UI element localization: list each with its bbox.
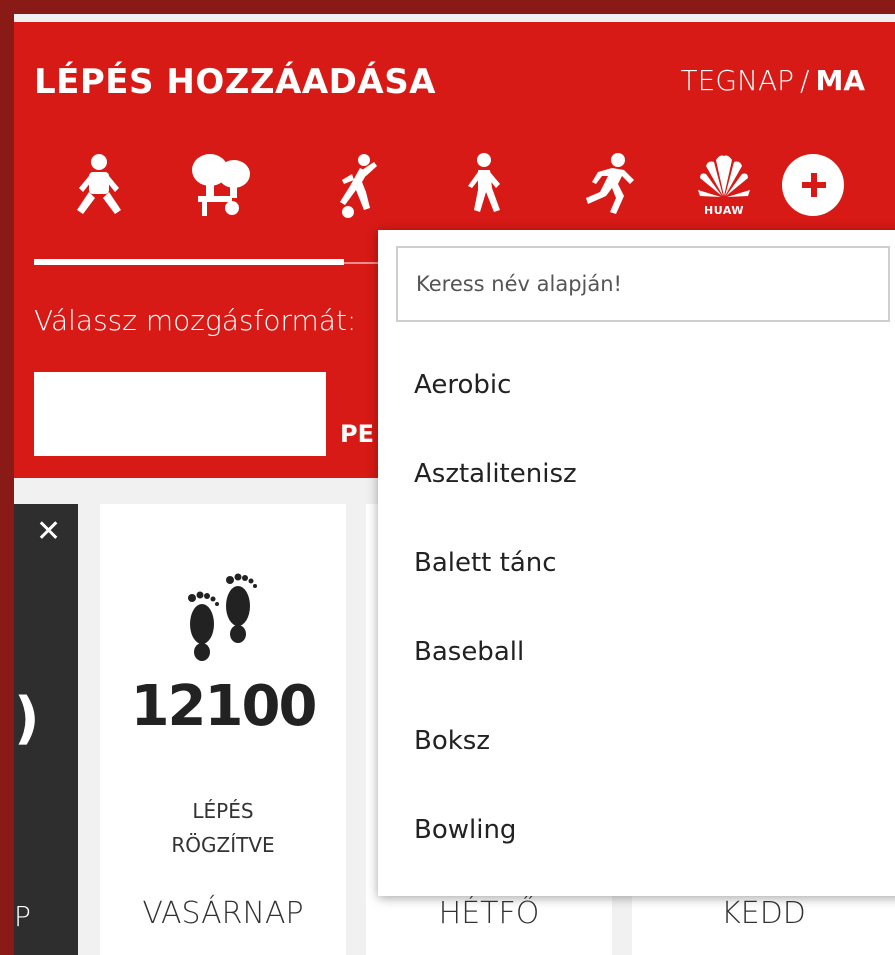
previous-steps-fragment: ) <box>14 686 40 751</box>
footprints-icon <box>188 573 257 661</box>
step-progress-bar <box>34 259 344 265</box>
sunday-card[interactable]: 12100 LÉPÉS RÖGZÍTVE VASÁRNAP <box>100 504 346 955</box>
football-icon[interactable] <box>326 152 386 218</box>
walking-icon[interactable] <box>454 152 514 212</box>
day-selector: TEGNAP / MA <box>681 64 865 97</box>
activity-prompt: Válassz mozgásformát: <box>34 304 357 337</box>
today-tab[interactable]: MA <box>815 64 865 97</box>
sunday-steps: 12100 <box>130 674 318 739</box>
close-icon[interactable]: ✕ <box>36 514 61 549</box>
dropdown-option[interactable]: Bowling <box>414 815 516 845</box>
add-icon[interactable] <box>782 154 844 216</box>
sport-icon-row: HUAW <box>14 152 895 222</box>
app-frame: LÉPÉS HOZZÁADÁSA TEGNAP / MA HUAW Válass… <box>14 14 895 955</box>
running-icon[interactable] <box>574 152 634 214</box>
activity-search-input[interactable] <box>396 246 890 322</box>
previous-day-fragment: P <box>14 900 31 933</box>
huawei-logo-icon[interactable]: HUAW <box>694 152 754 222</box>
dropdown-option[interactable]: Baseball <box>414 637 524 667</box>
sunday-day-name: VASÁRNAP <box>142 896 304 931</box>
previous-day-card[interactable]: ✕ ) P <box>14 504 78 955</box>
activity-dropdown: Aerobic Asztalitenisz Balett tánc Baseba… <box>378 230 895 896</box>
page-title: LÉPÉS HOZZÁADÁSA <box>34 62 436 102</box>
standing-exercise-icon[interactable] <box>69 152 129 214</box>
dropdown-option[interactable]: Balett tánc <box>414 548 557 578</box>
monday-day-name: HÉTFŐ <box>438 896 540 931</box>
huawei-label: HUAW <box>704 204 744 217</box>
dropdown-option[interactable]: Asztalitenisz <box>414 459 577 489</box>
dropdown-option[interactable]: Aerobic <box>414 370 511 400</box>
steps-label-line1: LÉPÉS <box>192 799 254 823</box>
yesterday-tab[interactable]: TEGNAP <box>681 64 794 97</box>
tuesday-day-name: KEDD <box>721 896 806 931</box>
activity-input[interactable] <box>34 372 326 456</box>
day-separator: / <box>800 64 810 97</box>
steps-label-line2: RÖGZÍTVE <box>171 833 275 857</box>
table-tennis-icon[interactable] <box>186 152 250 216</box>
steps-recorded-label: LÉPÉS RÖGZÍTVE <box>100 794 346 862</box>
partial-button[interactable]: PE <box>340 420 374 448</box>
dropdown-option[interactable]: Boksz <box>414 726 490 756</box>
